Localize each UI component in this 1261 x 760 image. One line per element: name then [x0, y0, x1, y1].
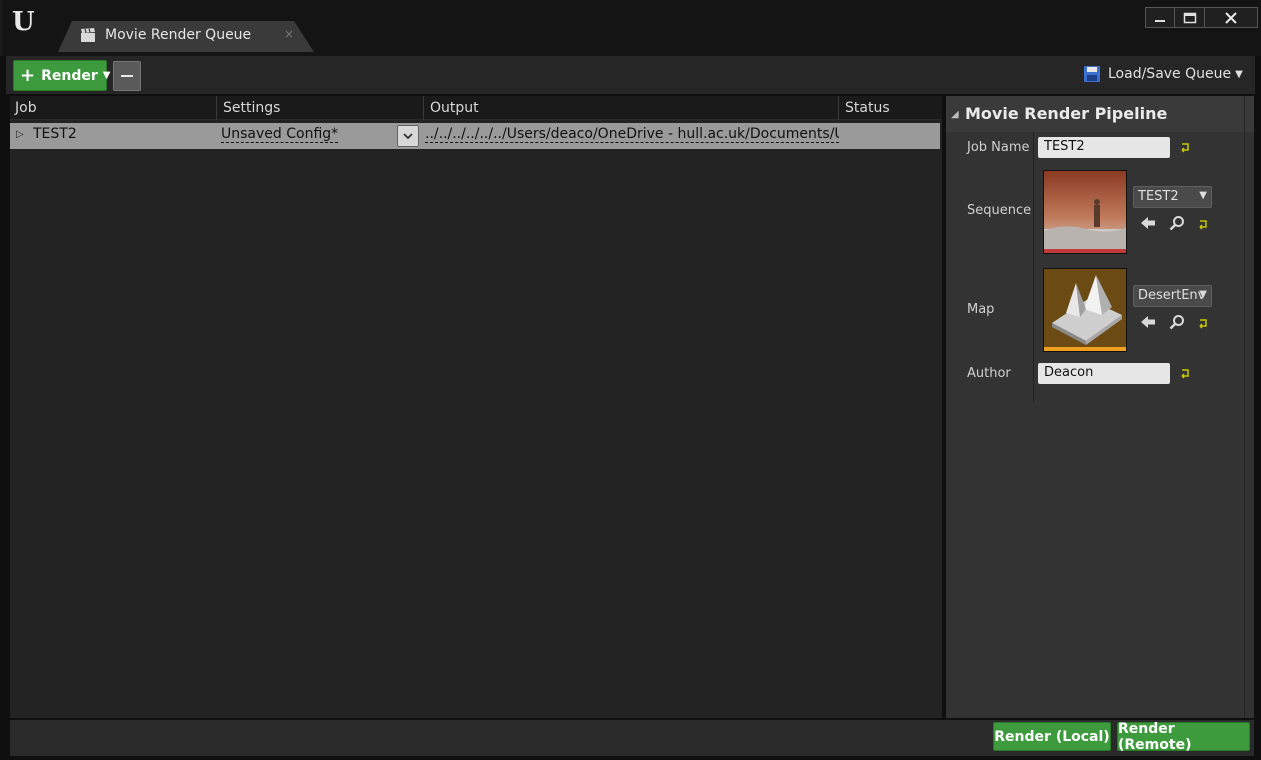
render-dropdown-button[interactable]: + Render ▼ — [13, 60, 110, 91]
reset-to-default-icon[interactable] — [1197, 317, 1209, 329]
column-divider[interactable] — [423, 96, 424, 120]
tab-close-button[interactable]: × — [284, 27, 294, 41]
use-selected-asset-button[interactable] — [1139, 214, 1157, 232]
close-button[interactable] — [1205, 8, 1257, 27]
browse-to-asset-button[interactable] — [1168, 313, 1186, 331]
column-header-job[interactable]: Job — [15, 100, 37, 116]
footer-bar: Render (Local) Render (Remote) — [10, 720, 1254, 756]
collapse-arrow-icon[interactable]: ◢ — [951, 109, 959, 120]
map-asset-value: DesertEnv — [1138, 288, 1206, 303]
render-local-button[interactable]: Render (Local) — [993, 722, 1111, 751]
column-divider[interactable] — [216, 96, 217, 120]
back-arrow-icon — [1141, 217, 1155, 229]
chevron-down-icon — [403, 133, 413, 140]
job-name-field[interactable]: TEST2 — [1038, 137, 1170, 158]
settings-config-text: Unsaved Config — [221, 126, 332, 142]
browse-to-asset-button[interactable] — [1168, 214, 1186, 232]
title-bar: U Movie Render Queue × — [0, 0, 1261, 56]
render-button-label: Render — [41, 67, 98, 84]
tab-label: Movie Render Queue — [105, 27, 252, 43]
chevron-down-icon: ▼ — [1235, 68, 1243, 80]
author-field[interactable]: Deacon — [1038, 363, 1170, 384]
details-header[interactable]: ◢ Movie Render Pipeline — [946, 96, 1254, 132]
map-thumbnail[interactable] — [1043, 268, 1127, 352]
settings-config-link[interactable]: Unsaved Config* — [221, 126, 339, 143]
details-panel: ◢ Movie Render Pipeline Job Name TEST2 S… — [946, 96, 1254, 718]
render-remote-button[interactable]: Render (Remote) — [1117, 721, 1250, 753]
sequence-asset-value: TEST2 — [1138, 189, 1179, 204]
map-asset-dropdown[interactable]: DesertEnv ▼ — [1133, 285, 1212, 307]
reset-to-default-icon[interactable] — [1197, 218, 1209, 230]
save-icon — [1084, 66, 1100, 82]
reset-to-default-icon[interactable] — [1179, 367, 1191, 379]
unsaved-marker: * — [331, 126, 339, 142]
toolbar: + Render ▼ Load/Save Queue ▼ — [6, 56, 1255, 94]
job-list-header: Job Settings Output Status — [10, 96, 942, 120]
unreal-logo-icon: U — [12, 7, 35, 37]
column-header-output[interactable]: Output — [430, 100, 479, 116]
details-scrollbar-track[interactable] — [1244, 96, 1245, 718]
author-label: Author — [967, 366, 1011, 381]
column-header-status[interactable]: Status — [845, 100, 890, 116]
minimize-icon — [1155, 19, 1165, 22]
map-preview-image — [1044, 269, 1126, 351]
clapperboard-icon — [81, 28, 95, 42]
sequence-asset-dropdown[interactable]: TEST2 ▼ — [1133, 186, 1212, 208]
table-row[interactable]: ▷ TEST2 Unsaved Config* ../../../../../.… — [10, 123, 940, 149]
browse-magnifier-icon — [1169, 315, 1184, 330]
load-save-queue-label: Load/Save Queue — [1108, 66, 1232, 82]
chevron-down-icon: ▼ — [1199, 190, 1207, 201]
expand-arrow-icon[interactable]: ▷ — [16, 129, 24, 140]
back-arrow-icon — [1141, 316, 1155, 328]
window-controls — [1145, 7, 1258, 28]
column-header-settings[interactable]: Settings — [223, 100, 280, 116]
job-name-label: Job Name — [967, 140, 1030, 155]
job-name-cell: TEST2 — [33, 126, 77, 142]
sequence-label: Sequence — [967, 203, 1032, 218]
remove-job-button[interactable] — [113, 61, 141, 91]
map-label: Map — [967, 302, 995, 317]
sequence-thumbnail[interactable] — [1043, 170, 1127, 254]
column-divider[interactable] — [838, 96, 839, 120]
settings-preset-dropdown[interactable] — [397, 125, 419, 147]
close-icon — [1225, 11, 1237, 24]
tab-movie-render-queue[interactable]: Movie Render Queue × — [58, 21, 314, 52]
use-selected-asset-button[interactable] — [1139, 313, 1157, 331]
browse-magnifier-icon — [1169, 216, 1184, 231]
chevron-down-icon: ▼ — [1199, 289, 1207, 300]
output-path-link[interactable]: ../../../../../../Users/deaco/OneDrive -… — [425, 127, 839, 143]
reset-to-default-icon[interactable] — [1179, 141, 1191, 153]
plus-icon: + — [20, 64, 36, 86]
sequence-preview-image — [1044, 171, 1126, 253]
minimize-button[interactable] — [1146, 8, 1175, 27]
property-column-divider[interactable] — [1033, 132, 1034, 402]
details-title: Movie Render Pipeline — [965, 104, 1168, 123]
maximize-icon — [1183, 12, 1196, 23]
load-save-queue-button[interactable]: Load/Save Queue ▼ — [1083, 65, 1243, 83]
chevron-down-icon: ▼ — [102, 70, 111, 81]
job-list: Job Settings Output Status ▷ TEST2 Unsav… — [10, 96, 942, 718]
remove-icon — [121, 75, 133, 77]
maximize-button[interactable] — [1175, 8, 1205, 27]
